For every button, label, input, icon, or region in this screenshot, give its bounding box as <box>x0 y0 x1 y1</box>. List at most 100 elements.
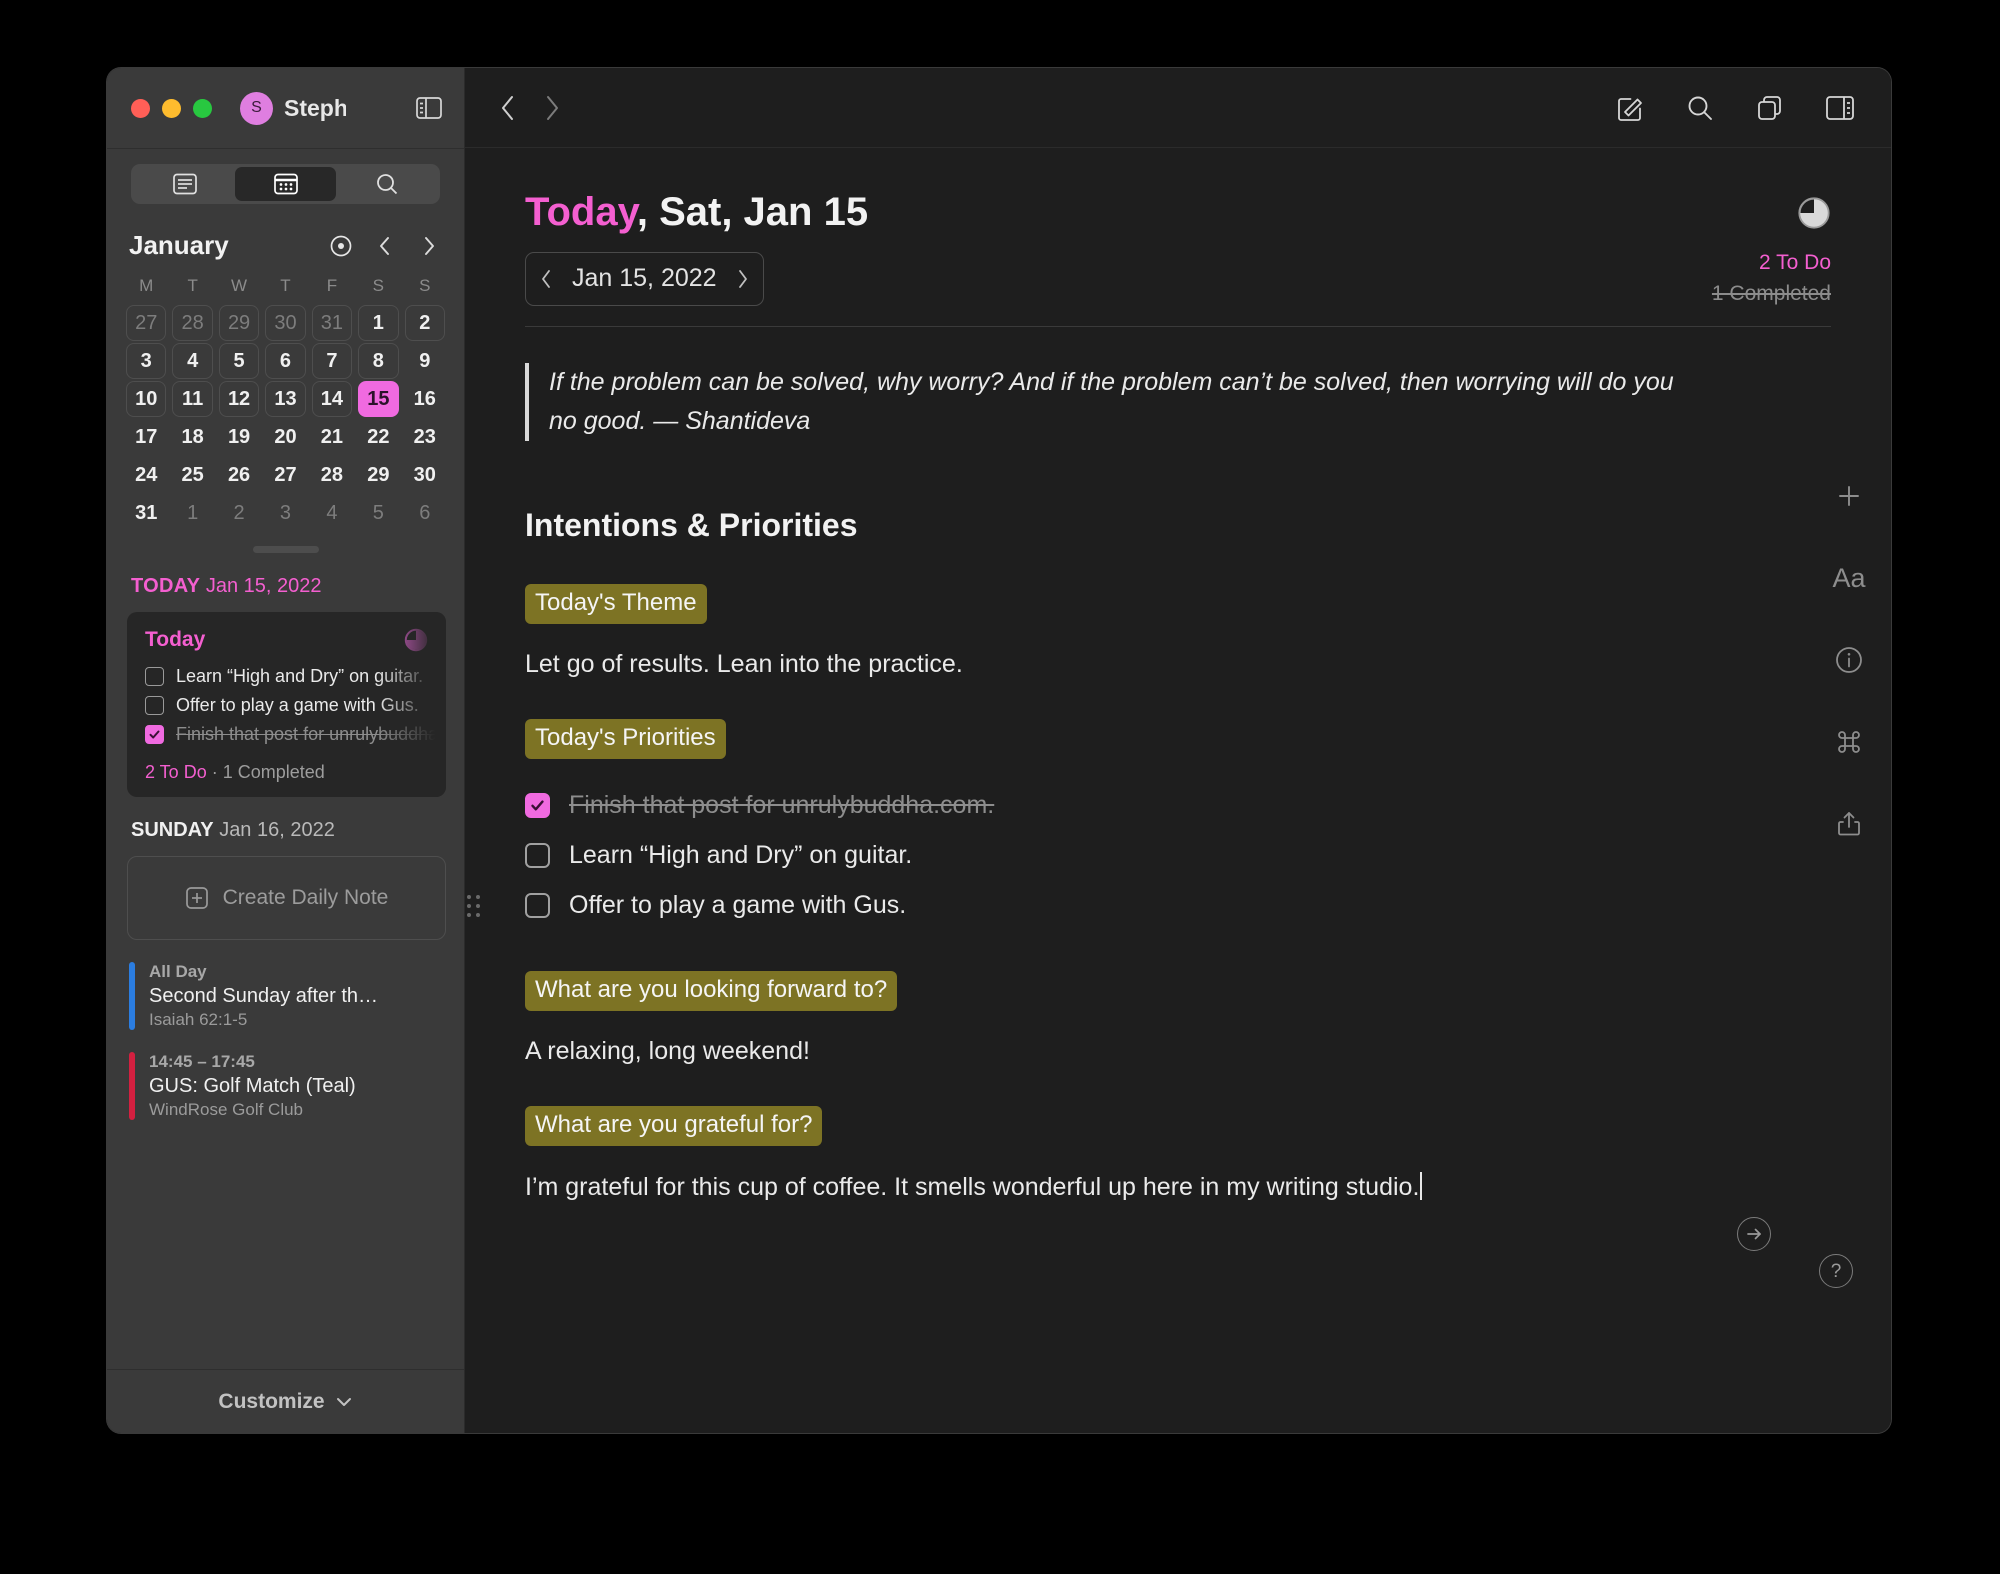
create-daily-note-button[interactable]: Create Daily Note <box>127 856 446 940</box>
calendar-day-23[interactable]: 23 <box>405 419 445 455</box>
text-format-icon[interactable]: Aa <box>1831 560 1867 596</box>
quote-text: If the problem can be solved, why worry?… <box>549 368 1674 435</box>
sidebar-tab-notes[interactable] <box>134 167 235 201</box>
share-icon[interactable] <box>1831 806 1867 842</box>
calendar-day-4[interactable]: 4 <box>312 495 352 531</box>
help-circle-icon[interactable]: ? <box>1819 1254 1853 1288</box>
calendar-day-26[interactable]: 26 <box>219 457 259 493</box>
calendar-day-1[interactable]: 1 <box>172 495 212 531</box>
sidebar-tab-search[interactable] <box>336 167 437 201</box>
calendar-day-17[interactable]: 17 <box>126 419 166 455</box>
calendar-day-28[interactable]: 28 <box>172 305 213 341</box>
compose-icon[interactable] <box>1615 93 1645 123</box>
today-target-icon[interactable] <box>328 233 354 259</box>
calendar-day-25[interactable]: 25 <box>172 457 212 493</box>
calendar-day-16[interactable]: 16 <box>405 381 445 417</box>
calendar-day-21[interactable]: 21 <box>312 419 352 455</box>
calendar-day-13[interactable]: 13 <box>265 381 306 417</box>
calendar-day-6[interactable]: 6 <box>265 343 306 379</box>
calendar-day-15[interactable]: 15 <box>358 381 399 417</box>
calendar-day-31[interactable]: 31 <box>311 305 353 341</box>
checkbox-checked-icon[interactable] <box>525 793 550 818</box>
checkbox-icon[interactable] <box>525 843 550 868</box>
calendar-day-5[interactable]: 5 <box>218 343 260 379</box>
avatar[interactable]: S <box>240 91 273 125</box>
calendar-grid: 27 28 29 30 31 1 2 3 4 5 6 7 8 9 10 11 12 13 14 15 16 17 18 19 2… <box>107 304 464 532</box>
duplicate-icon[interactable] <box>1755 93 1785 123</box>
command-icon[interactable] <box>1831 724 1867 760</box>
checkbox-icon[interactable] <box>145 667 164 686</box>
calendar-day-6[interactable]: 6 <box>405 495 445 531</box>
close-window-button[interactable] <box>131 98 150 118</box>
back-button[interactable] <box>499 93 517 123</box>
calendar-day-12[interactable]: 12 <box>218 381 260 417</box>
calendar-day-19[interactable]: 19 <box>219 419 259 455</box>
arrow-right-circle-icon[interactable] <box>1737 1217 1771 1251</box>
calendar-dow-2: W <box>231 276 248 295</box>
calendar-event[interactable]: All Day Second Sunday after th… Isaiah 62:… <box>129 962 446 1030</box>
calendar-day-1[interactable]: 1 <box>358 305 399 341</box>
priority-row[interactable]: Learn “High and Dry” on guitar. <box>525 831 1831 881</box>
info-icon[interactable] <box>1831 642 1867 678</box>
maximize-window-button[interactable] <box>193 98 212 118</box>
today-note-card[interactable]: Today Learn “High and Dry” on guitar. Off… <box>127 612 446 797</box>
calendar-event[interactable]: 14:45 – 17:45 GUS: Golf Match (Teal) WindR… <box>129 1052 446 1120</box>
prev-month-icon[interactable] <box>372 233 398 259</box>
calendar-day-14[interactable]: 14 <box>311 381 353 417</box>
calendar-day-29[interactable]: 29 <box>218 305 260 341</box>
calendar-resize-handle[interactable] <box>252 546 319 553</box>
today-card-item[interactable]: Offer to play a game with Gus. <box>145 691 428 720</box>
event-time: 14:45 – 17:45 <box>149 1052 255 1071</box>
grateful-body[interactable]: I’m grateful for this cup of coffee. It … <box>525 1171 1831 1202</box>
next-month-icon[interactable] <box>416 233 442 259</box>
calendar-day-24[interactable]: 24 <box>126 457 166 493</box>
event-location: Isaiah 62:1-5 <box>149 1010 248 1029</box>
view-switcher <box>131 164 440 204</box>
checkbox-icon[interactable] <box>145 696 164 715</box>
event-title: GUS: Golf Match (Teal) <box>149 1075 356 1097</box>
today-card-item[interactable]: Finish that post for unrulybuddha.com. <box>145 720 446 749</box>
calendar-day-29[interactable]: 29 <box>358 457 398 493</box>
drag-handle-icon[interactable] <box>467 894 480 917</box>
calendar-day-4[interactable]: 4 <box>172 343 213 379</box>
calendar-day-2[interactable]: 2 <box>404 305 445 341</box>
calendar-day-9[interactable]: 9 <box>405 343 445 379</box>
plus-icon[interactable] <box>1831 478 1867 514</box>
today-card-item-label: Finish that post for unrulybuddha.com. <box>176 724 446 744</box>
calendar-day-31[interactable]: 31 <box>126 495 166 531</box>
note-content[interactable]: If the problem can be solved, why worry?… <box>465 327 1891 1202</box>
toggle-sidebar-button[interactable] <box>412 91 446 125</box>
calendar-day-22[interactable]: 22 <box>358 419 398 455</box>
checkbox-checked-icon[interactable] <box>145 725 164 744</box>
calendar-day-27[interactable]: 27 <box>265 457 305 493</box>
nav-arrows <box>499 93 561 123</box>
calendar-day-20[interactable]: 20 <box>265 419 305 455</box>
calendar-day-30[interactable]: 30 <box>405 457 445 493</box>
date-next-button[interactable] <box>735 267 749 291</box>
calendar-day-3[interactable]: 3 <box>126 343 167 379</box>
priority-row[interactable]: Finish that post for unrulybuddha.com. <box>525 781 1831 831</box>
calendar-day-30[interactable]: 30 <box>265 305 306 341</box>
today-card-item[interactable]: Learn “High and Dry” on guitar. <box>145 662 428 691</box>
progress-pie-icon[interactable] <box>1797 196 1831 230</box>
search-icon[interactable] <box>1685 93 1715 123</box>
calendar-day-3[interactable]: 3 <box>265 495 305 531</box>
right-sidebar-icon[interactable] <box>1825 95 1855 121</box>
calendar-day-10[interactable]: 10 <box>126 381 167 417</box>
calendar-day-5[interactable]: 5 <box>358 495 398 531</box>
calendar-day-11[interactable]: 11 <box>172 381 213 417</box>
sidebar-tab-calendar[interactable] <box>235 167 336 201</box>
calendar-day-28[interactable]: 28 <box>312 457 352 493</box>
calendar-day-27[interactable]: 27 <box>126 305 167 341</box>
calendar-day-18[interactable]: 18 <box>172 419 212 455</box>
minimize-window-button[interactable] <box>162 98 181 118</box>
forward-button[interactable] <box>543 93 561 123</box>
customize-footer[interactable]: Customize <box>107 1369 464 1433</box>
date-picker[interactable]: Jan 15, 2022 <box>525 251 764 306</box>
priority-row[interactable]: Offer to play a game with Gus. <box>467 881 1831 931</box>
date-prev-button[interactable] <box>540 267 554 291</box>
calendar-day-8[interactable]: 8 <box>358 343 399 379</box>
calendar-day-2[interactable]: 2 <box>219 495 259 531</box>
checkbox-icon[interactable] <box>525 893 550 918</box>
calendar-day-7[interactable]: 7 <box>311 343 353 379</box>
